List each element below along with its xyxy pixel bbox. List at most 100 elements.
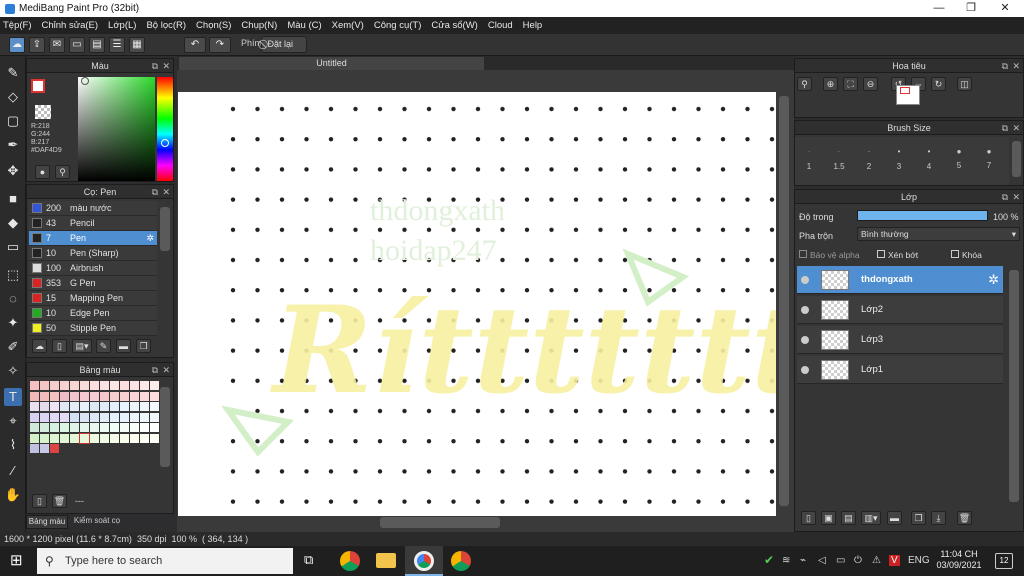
- windows-start-icon[interactable]: ⊞: [10, 553, 26, 569]
- brush-item[interactable]: 10 Edge Pen: [29, 306, 157, 321]
- palette-swatch[interactable]: [70, 433, 79, 443]
- brush-item[interactable]: 50 Stipple Pen: [29, 321, 157, 336]
- palette-swatch[interactable]: [40, 391, 49, 401]
- popout-icon[interactable]: ⧉: [1002, 190, 1008, 204]
- hue-slider[interactable]: [157, 77, 173, 181]
- palette-swatch[interactable]: [30, 402, 39, 411]
- palette-swatch[interactable]: [50, 412, 59, 422]
- palette-swatch[interactable]: [110, 423, 119, 432]
- palette-swatch[interactable]: [50, 444, 59, 453]
- palette-swatch[interactable]: [30, 412, 39, 422]
- layer-row[interactable]: Lớp2: [797, 296, 1003, 324]
- visibility-icon[interactable]: [801, 366, 809, 374]
- menu-color[interactable]: Màu (C): [287, 20, 321, 31]
- palette-swatch[interactable]: [40, 381, 49, 390]
- palette-swatch[interactable]: [120, 402, 129, 411]
- palette-swatch[interactable]: [80, 412, 89, 422]
- volume-icon[interactable]: ◁: [818, 555, 826, 566]
- palette-swatch[interactable]: [110, 433, 119, 443]
- palette-swatch[interactable]: [150, 402, 159, 411]
- palette-swatch[interactable]: [80, 391, 89, 401]
- rect-select-tool-icon[interactable]: ▢: [4, 112, 22, 130]
- palette-swatch[interactable]: [110, 412, 119, 422]
- palette-swatch[interactable]: [50, 381, 59, 390]
- popout-icon[interactable]: ⧉: [152, 59, 158, 73]
- zoom-out-icon[interactable]: ⊖: [863, 77, 878, 91]
- palette-swatch[interactable]: [90, 433, 99, 443]
- size-cell[interactable]: • 3: [885, 147, 913, 171]
- palette-swatch[interactable]: [90, 391, 99, 401]
- palette-swatch[interactable]: [100, 423, 109, 432]
- brush-tool-icon[interactable]: ✎: [4, 64, 22, 82]
- palette-swatch[interactable]: [150, 381, 159, 390]
- visibility-icon[interactable]: [801, 336, 809, 344]
- task-view-icon[interactable]: ⧉: [304, 552, 313, 568]
- zoom-in-icon[interactable]: ⊕: [823, 77, 838, 91]
- lock-checkbox[interactable]: [951, 250, 959, 258]
- palette-swatch[interactable]: [30, 433, 39, 443]
- minimize-icon[interactable]: —: [922, 0, 956, 17]
- menu-tools[interactable]: Công cụ(T): [374, 20, 422, 31]
- eraser-tool-icon[interactable]: ◇: [4, 88, 22, 106]
- mirror-icon[interactable]: ◫: [957, 77, 972, 91]
- text-tool-icon[interactable]: T: [4, 388, 22, 406]
- palette-swatch[interactable]: [60, 433, 69, 443]
- brush-item[interactable]: 7 Pen ✲: [29, 231, 157, 246]
- brush-scrollbar[interactable]: [160, 207, 170, 251]
- palette-swatch[interactable]: [80, 402, 89, 411]
- palette-swatch[interactable]: [90, 381, 99, 390]
- undo-icon[interactable]: ↶: [184, 37, 206, 53]
- popout-icon[interactable]: ⧉: [152, 363, 158, 377]
- palette-swatch[interactable]: [70, 391, 79, 401]
- palette-swatch[interactable]: [30, 381, 39, 390]
- palette-swatch[interactable]: [50, 423, 59, 432]
- palette-swatch[interactable]: [70, 402, 79, 411]
- close-panel-icon[interactable]: ✕: [1012, 59, 1020, 73]
- chrome-icon[interactable]: [340, 551, 360, 571]
- new-layer-icon[interactable]: ▯: [801, 511, 816, 525]
- palette-swatch[interactable]: [120, 412, 129, 422]
- foreground-color-swatch[interactable]: [31, 79, 45, 93]
- palette-swatch[interactable]: [40, 402, 49, 411]
- palette-swatch[interactable]: [40, 423, 49, 432]
- size-cell[interactable]: ● 5: [945, 147, 973, 170]
- visibility-icon[interactable]: [801, 276, 809, 284]
- select-pen-icon[interactable]: ✐: [4, 338, 22, 356]
- clipping-option[interactable]: Xén bớt: [877, 250, 918, 260]
- palette-swatch[interactable]: [70, 423, 79, 432]
- redo-icon[interactable]: ↷: [209, 37, 231, 53]
- battery-icon[interactable]: ▭: [836, 555, 845, 566]
- security-icon[interactable]: ⚠: [872, 555, 881, 566]
- brush-size-scrollbar[interactable]: [1012, 141, 1021, 177]
- viewport-frame[interactable]: [900, 87, 910, 94]
- bucket-tool-icon[interactable]: ◆: [4, 214, 22, 232]
- palette-swatch[interactable]: [90, 423, 99, 432]
- folder-icon[interactable]: ▬: [116, 339, 131, 353]
- palette-swatch[interactable]: [150, 423, 159, 432]
- layer-row[interactable]: Lớp3: [797, 326, 1003, 354]
- close-panel-icon[interactable]: ✕: [1012, 190, 1020, 204]
- grid-icon[interactable]: ▦: [129, 37, 145, 53]
- palette-swatch[interactable]: [30, 444, 39, 453]
- document-canvas[interactable]: thdongxath hoidap247 Ríttttttt: [178, 92, 776, 516]
- gear-icon[interactable]: ✲: [146, 231, 154, 245]
- gear-icon[interactable]: ✲: [988, 272, 999, 288]
- palette-scrollbar[interactable]: [160, 387, 170, 467]
- wifi-icon[interactable]: ≋: [782, 555, 790, 566]
- dropper-tool-icon[interactable]: ⌇: [4, 436, 22, 454]
- fit-icon[interactable]: ⛶: [843, 77, 858, 91]
- new-halftone-layer-icon[interactable]: ▣: [821, 511, 836, 525]
- brush-item[interactable]: 353 G Pen: [29, 276, 157, 291]
- page-list-icon[interactable]: ☰: [109, 37, 125, 53]
- size-cell[interactable]: · 2: [855, 147, 883, 171]
- edit-brush-icon[interactable]: ✎: [96, 339, 111, 353]
- close-panel-icon[interactable]: ✕: [162, 59, 170, 73]
- clock[interactable]: 11:04 CH 03/09/2021: [936, 549, 982, 571]
- palette-swatch[interactable]: [60, 423, 69, 432]
- palette-swatch[interactable]: [150, 433, 159, 443]
- palette-swatch[interactable]: [130, 433, 139, 443]
- popout-icon[interactable]: ⧉: [152, 185, 158, 199]
- horizontal-scrollbar[interactable]: [380, 517, 500, 528]
- sv-cursor[interactable]: [81, 77, 89, 85]
- palette-swatch[interactable]: [100, 412, 109, 422]
